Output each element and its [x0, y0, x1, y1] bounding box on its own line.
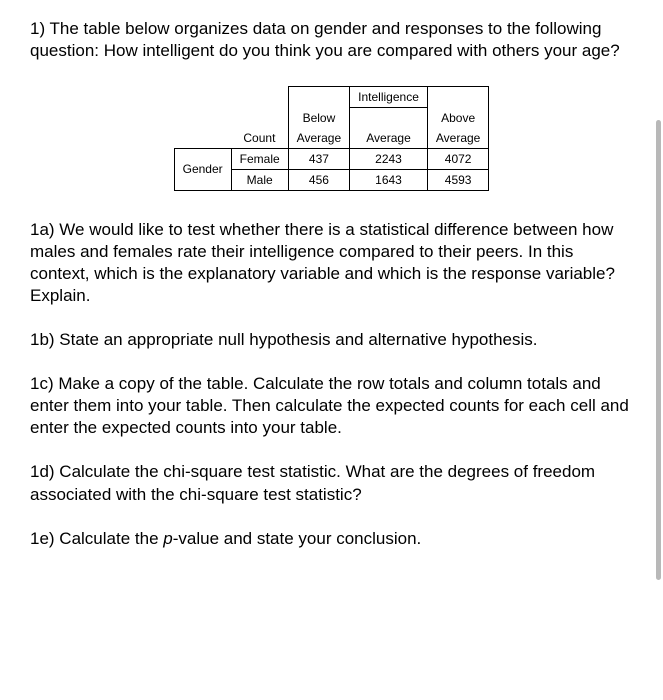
row-group-label: Gender	[174, 148, 231, 190]
data-cell-0-0: 437	[288, 148, 349, 169]
blank-cell	[174, 108, 231, 128]
question-1b: 1b) State an appropriate null hypothesis…	[30, 329, 633, 351]
data-cell-1-0: 456	[288, 169, 349, 190]
col-header-line2-2: Average	[427, 128, 488, 149]
data-cell-0-2: 4072	[427, 148, 488, 169]
blank-cell	[427, 87, 488, 108]
scrollbar-thumb[interactable]	[656, 120, 661, 580]
blank-cell	[174, 190, 231, 197]
data-cell-0-1: 2243	[350, 148, 428, 169]
col-header-line2-0: Average	[288, 128, 349, 149]
question-1a: 1a) We would like to test whether there …	[30, 219, 633, 307]
col-header-line1-1	[350, 108, 428, 128]
q1e-post: -value and state your conclusion.	[173, 529, 422, 548]
blank-cell	[288, 87, 349, 108]
data-cell-1-1: 1643	[350, 169, 428, 190]
blank-cell	[174, 128, 231, 149]
question-1e: 1e) Calculate the p-value and state your…	[30, 528, 633, 550]
q1e-p-letter: p	[163, 529, 172, 548]
col-header-line1-2: Above	[427, 108, 488, 128]
q1e-pre: 1e) Calculate the	[30, 529, 163, 548]
data-table-wrap: Intelligence Count Below Above Average A…	[30, 86, 633, 197]
count-label: Count	[231, 108, 288, 149]
question-intro: 1) The table below organizes data on gen…	[30, 18, 633, 62]
data-table: Intelligence Count Below Above Average A…	[174, 86, 490, 197]
blank-cell	[231, 87, 288, 108]
question-1c: 1c) Make a copy of the table. Calculate …	[30, 373, 633, 439]
col-header-line1-0: Below	[288, 108, 349, 128]
question-1d: 1d) Calculate the chi-square test statis…	[30, 461, 633, 505]
row-label-0: Female	[231, 148, 288, 169]
data-cell-1-2: 4593	[427, 169, 488, 190]
blank-cell	[231, 190, 489, 197]
col-header-line2-1: Average	[350, 128, 428, 149]
row-label-1: Male	[231, 169, 288, 190]
blank-cell	[174, 87, 231, 108]
table-super-header: Intelligence	[350, 87, 428, 108]
